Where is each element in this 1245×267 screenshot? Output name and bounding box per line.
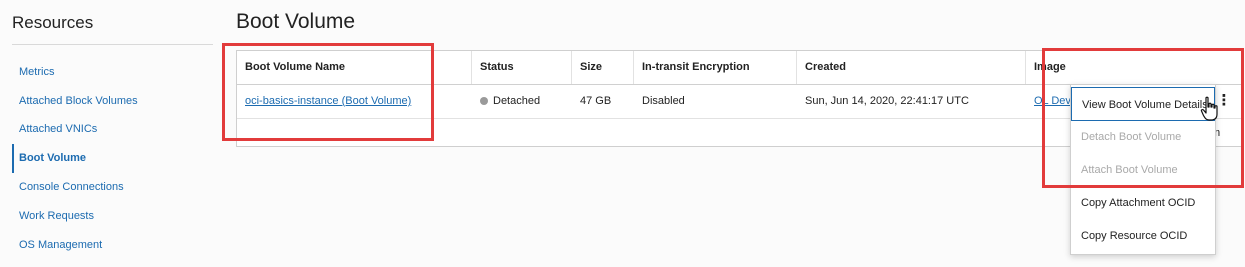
sidebar-item-work-requests[interactable]: Work Requests [12, 202, 212, 231]
status-dot-icon [480, 97, 488, 105]
image-cell: OL Dev [1026, 85, 1071, 118]
status-cell: Detached [472, 85, 572, 118]
sidebar-item-metrics[interactable]: Metrics [12, 58, 212, 87]
image-link[interactable]: OL Dev [1034, 95, 1071, 107]
sidebar-divider [12, 44, 213, 45]
column-header-size[interactable]: Size [572, 51, 634, 84]
column-header-in-transit-encryption[interactable]: In-transit Encryption [634, 51, 797, 84]
view-boot-volume-details-item[interactable]: View Boot Volume Details [1071, 87, 1215, 121]
sidebar-item-os-management[interactable]: OS Management [12, 231, 212, 260]
column-header-status[interactable]: Status [472, 51, 572, 84]
status-text: Detached [493, 95, 541, 107]
actions-menu: View Boot Volume Details Detach Boot Vol… [1070, 84, 1216, 255]
created-cell: Sun, Jun 14, 2020, 22:41:17 UTC [805, 95, 969, 107]
encryption-cell: Disabled [642, 95, 685, 107]
column-header-created[interactable]: Created [797, 51, 1026, 84]
column-header-image[interactable]: Image [1026, 51, 1242, 84]
sidebar-item-attached-vnics[interactable]: Attached VNICs [12, 115, 212, 144]
column-header-boot-volume-name[interactable]: Boot Volume Name [237, 51, 472, 84]
resources-heading: Resources [12, 13, 94, 32]
attach-boot-volume-item[interactable]: Attach Boot Volume [1071, 153, 1215, 187]
hand-pointer-icon [1200, 96, 1218, 121]
sidebar-item-boot-volume[interactable]: Boot Volume [12, 144, 212, 173]
copy-resource-ocid-item[interactable]: Copy Resource OCID [1071, 219, 1215, 253]
boot-volume-name-cell: oci-basics-instance (Boot Volume) [237, 85, 472, 118]
copy-attachment-ocid-item[interactable]: Copy Attachment OCID [1071, 186, 1215, 220]
page-title: Boot Volume [236, 10, 356, 33]
sidebar-item-attached-block-volumes[interactable]: Attached Block Volumes [12, 87, 212, 116]
sidebar-item-console-connections[interactable]: Console Connections [12, 173, 212, 202]
detach-boot-volume-item[interactable]: Detach Boot Volume [1071, 120, 1215, 154]
boot-volume-name-link[interactable]: oci-basics-instance (Boot Volume) [245, 95, 411, 107]
size-cell: 47 GB [580, 95, 612, 107]
